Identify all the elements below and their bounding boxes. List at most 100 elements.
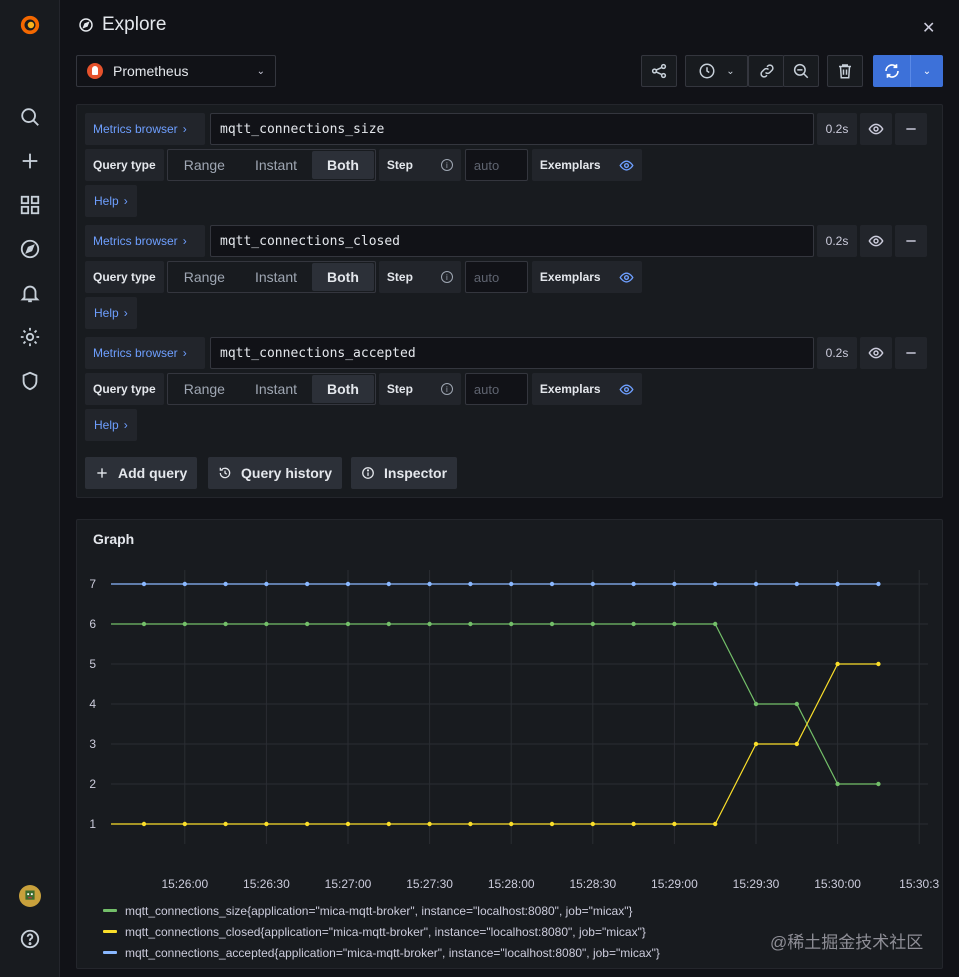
chevron-right-icon: › [123, 306, 128, 320]
metrics-browser-button[interactable]: Metrics browser › [85, 113, 205, 145]
data-point [549, 581, 555, 587]
help-button[interactable]: Help › [85, 185, 137, 217]
metrics-browser-button[interactable]: Metrics browser › [85, 225, 205, 257]
legend-item[interactable]: mqtt_connections_accepted{application="m… [103, 942, 660, 963]
query-expression-input[interactable]: mqtt_connections_size [210, 113, 814, 145]
query-type-range[interactable]: Range [169, 375, 240, 403]
clear-all-button[interactable] [827, 55, 863, 87]
info-circle-icon [362, 467, 374, 479]
query-duration: 0.2s [817, 113, 857, 145]
data-point [835, 781, 840, 787]
server-admin-shield-icon[interactable] [18, 369, 42, 393]
remove-query-button[interactable] [895, 337, 927, 369]
query-type-both[interactable]: Both [312, 375, 374, 403]
page-title-text: Explore [102, 14, 167, 35]
datasource-picker[interactable]: Prometheus ⌄ [76, 55, 276, 87]
explore-compass-icon[interactable] [18, 237, 42, 261]
prometheus-icon [87, 63, 103, 79]
time-picker-button[interactable]: ⌄ [685, 55, 748, 87]
data-point [141, 581, 147, 587]
data-point [141, 621, 147, 627]
x-tick-label: 15:28:30 [569, 877, 616, 891]
data-point [672, 621, 677, 627]
zoom-out-button[interactable] [783, 55, 819, 87]
chevron-down-icon[interactable]: ⌄ [911, 66, 943, 77]
y-tick-label: 5 [89, 657, 96, 671]
data-point [794, 741, 799, 747]
x-tick-label: 15:27:00 [325, 877, 372, 891]
y-tick-label: 2 [89, 777, 96, 791]
query-type-range[interactable]: Range [169, 151, 240, 179]
datasource-name: Prometheus [113, 63, 189, 79]
share-button[interactable] [641, 55, 677, 87]
info-icon[interactable]: i [440, 159, 453, 171]
help-button[interactable]: Help › [85, 297, 137, 329]
alerting-bell-icon[interactable] [18, 281, 42, 305]
add-query-button[interactable]: Add query [85, 457, 198, 489]
remove-query-button[interactable] [895, 113, 927, 145]
legend-item[interactable]: mqtt_connections_closed{application="mic… [103, 921, 660, 942]
toggle-query-button[interactable] [860, 337, 892, 369]
query-expression-input[interactable]: mqtt_connections_closed [210, 225, 814, 257]
help-button[interactable]: Help › [85, 409, 137, 441]
exemplars-toggle[interactable]: Exemplars [531, 373, 642, 405]
data-point [631, 821, 636, 827]
query-type-instant[interactable]: Instant [240, 151, 312, 179]
data-point [386, 581, 391, 587]
search-icon[interactable] [18, 105, 42, 129]
query-expression-input[interactable]: mqtt_connections_accepted [210, 337, 814, 369]
query-history-button[interactable]: Query history [208, 457, 343, 489]
y-tick-label: 3 [89, 737, 96, 751]
query-type-both[interactable]: Both [312, 263, 374, 291]
graph-chart[interactable]: 1 2 3 4 5 6 7 15:26:00 15:26:30 15:27:00 15:27:30 1… [77, 520, 944, 895]
plus-icon[interactable] [18, 149, 42, 173]
inspector-button[interactable]: Inspector [351, 457, 458, 489]
exemplars-toggle[interactable]: Exemplars [531, 149, 642, 181]
remove-query-button[interactable] [895, 225, 927, 257]
toggle-query-button[interactable] [860, 225, 892, 257]
query-type-range[interactable]: Range [169, 263, 240, 291]
query-type-label: Query type [85, 373, 164, 405]
x-tick-label: 15:29:30 [733, 877, 780, 891]
data-point [305, 821, 310, 827]
legend-item[interactable]: mqtt_connections_size{application="mica-… [103, 900, 660, 921]
query-type-instant[interactable]: Instant [240, 375, 312, 403]
link-icon [759, 64, 774, 78]
help-row-a: Help › [85, 185, 137, 217]
query-type-instant[interactable]: Instant [240, 263, 312, 291]
watermark: @稀土掘金技术社区 [770, 933, 924, 952]
step-input[interactable]: auto [464, 261, 528, 293]
step-label-text: Step [386, 382, 413, 396]
run-query-button[interactable]: ⌄ [873, 55, 943, 87]
info-icon[interactable]: i [440, 383, 453, 395]
data-point [713, 581, 718, 587]
eye-icon [868, 347, 884, 359]
query-history-label: Query history [241, 465, 333, 481]
exemplars-label: Exemplars [539, 270, 601, 284]
toggle-query-button[interactable] [860, 113, 892, 145]
configuration-gear-icon[interactable] [18, 325, 42, 349]
data-point [182, 581, 187, 587]
info-icon[interactable]: i [440, 271, 453, 283]
help-icon[interactable] [18, 927, 42, 951]
user-avatar-icon[interactable] [18, 884, 42, 908]
grafana-logo-icon[interactable] [18, 13, 42, 37]
chevron-right-icon: › [182, 234, 187, 248]
step-input[interactable]: auto [464, 373, 528, 405]
query-type-label: Query type [85, 261, 164, 293]
close-icon[interactable]: ✕ [922, 18, 935, 38]
step-input[interactable]: auto [464, 149, 528, 181]
data-point [345, 621, 351, 627]
query-row-c: Metrics browser › mqtt_connections_accept… [85, 337, 927, 369]
legend-label: mqtt_connections_size{application="mica-… [125, 903, 633, 918]
query-type-both[interactable]: Both [312, 151, 374, 179]
metrics-browser-button[interactable]: Metrics browser › [85, 337, 205, 369]
add-query-label: Add query [118, 465, 188, 481]
x-tick-label: 15:26:30 [243, 877, 290, 891]
data-point [509, 621, 514, 627]
exemplars-toggle[interactable]: Exemplars [531, 261, 642, 293]
dashboards-icon[interactable] [18, 193, 42, 217]
data-point [345, 581, 351, 587]
copy-link-button[interactable] [748, 55, 784, 87]
data-point [264, 581, 269, 587]
